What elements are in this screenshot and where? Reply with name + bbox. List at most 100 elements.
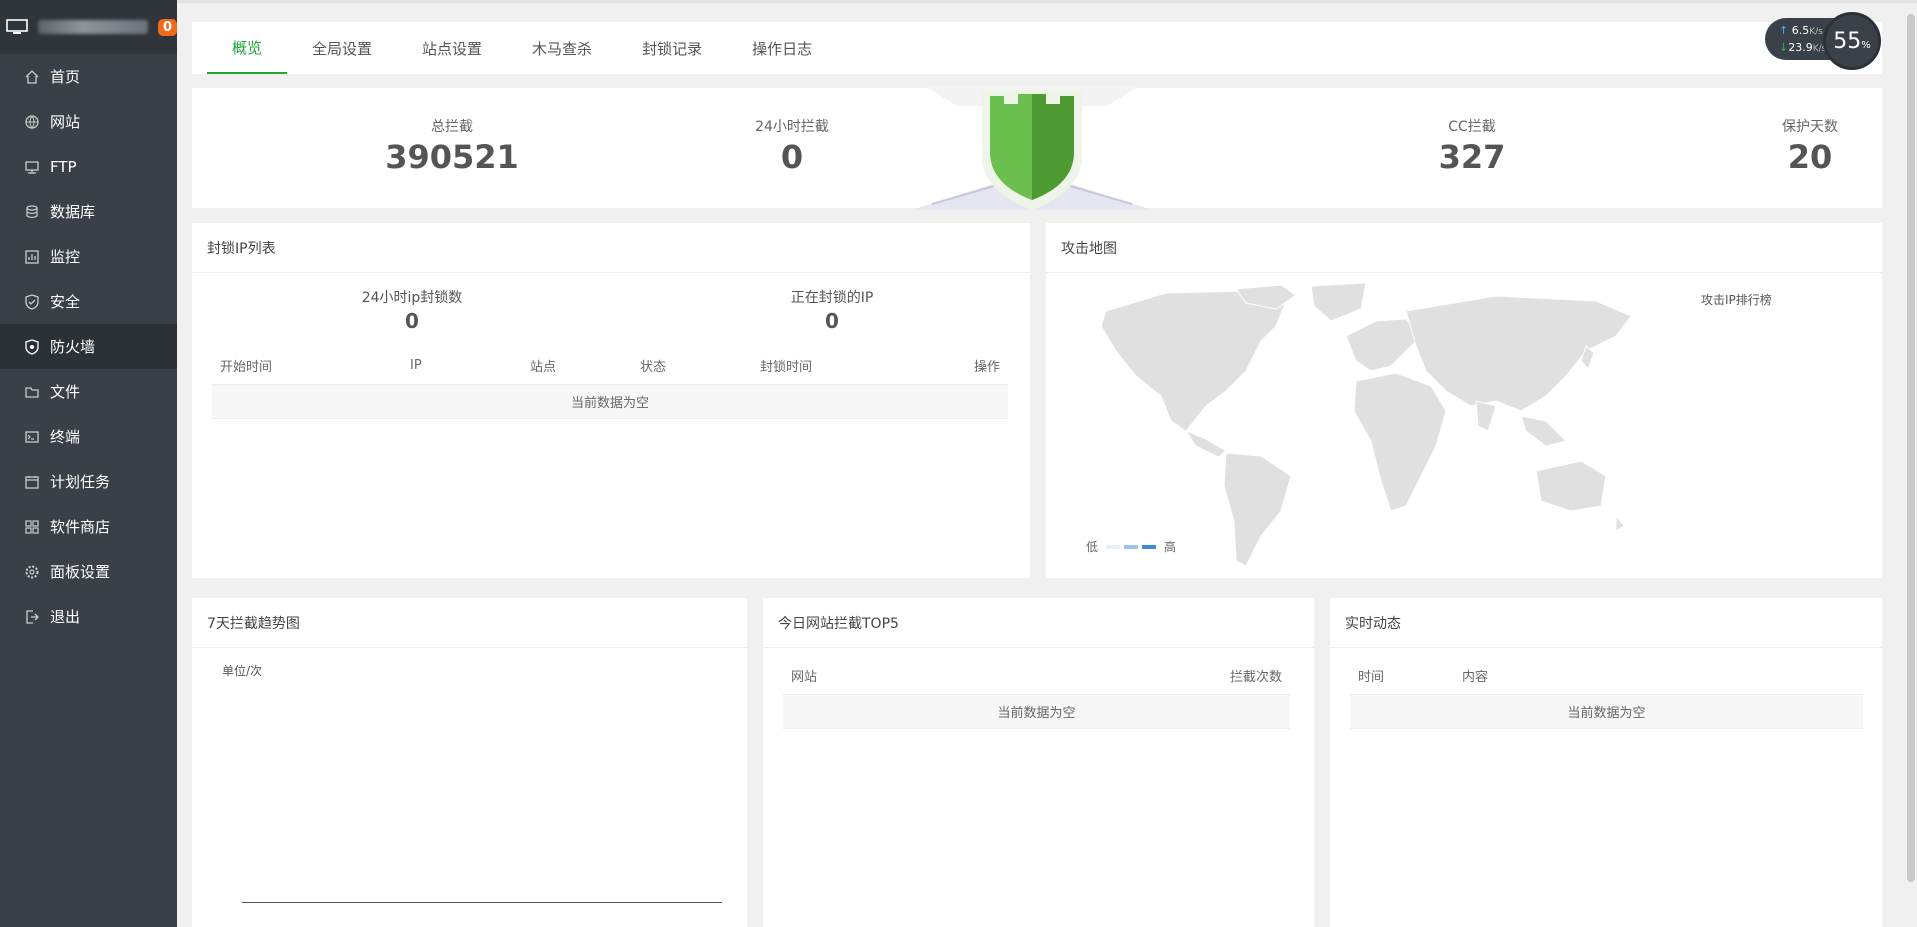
tab-2[interactable]: 站点设置 xyxy=(397,22,507,74)
stat-total: 总拦截 390521 xyxy=(352,116,552,176)
calendar-icon xyxy=(25,475,39,489)
stat-days-value: 20 xyxy=(1787,138,1833,176)
server-header[interactable]: 0 xyxy=(0,0,178,54)
realtime-table: 时间 内容 当前数据为空 xyxy=(1350,658,1863,729)
stat-24h-value: 0 xyxy=(780,138,804,176)
computer-icon xyxy=(6,19,28,34)
page-scrollbar[interactable] xyxy=(1905,14,1917,884)
terminal-icon xyxy=(25,430,39,443)
empty-message: 当前数据为空 xyxy=(212,384,1008,419)
tab-4[interactable]: 封锁记录 xyxy=(617,22,727,74)
database-icon xyxy=(26,204,38,218)
blocked-ip-panel: 封锁IP列表 24小时ip封锁数 0 正在封锁的IP 0 开始时间 IP 站点 状态封… xyxy=(192,223,1030,578)
sidebar-item-label: 计划任务 xyxy=(50,473,111,491)
ip-count-24h-label: 24小时ip封锁数 xyxy=(361,290,463,306)
upload-unit: K/s xyxy=(1809,27,1823,37)
sidebar-item-label: 防火墙 xyxy=(50,338,96,356)
column-header: IP xyxy=(402,348,522,385)
stat-cc-value: 327 xyxy=(1438,138,1506,176)
globe-icon xyxy=(25,114,39,129)
main-content: 概览 全局设置 站点设置 木马查杀 封锁记录 操作日志 ↑ 6.5K/s ↓23.9K/s… xyxy=(177,0,1917,927)
sidebar-item-10[interactable]: 软件商店 xyxy=(0,504,177,549)
column-site: 网站 xyxy=(783,658,977,695)
ip-count-24h: 24小时ip封锁数 0 xyxy=(312,287,512,333)
sidebar-item-label: 监控 xyxy=(50,248,81,266)
trend-x-axis xyxy=(242,902,722,903)
tab-5[interactable]: 操作日志 xyxy=(727,22,837,74)
sidebar-item-12[interactable]: 退出 xyxy=(0,594,177,639)
map-legend: 低 高 xyxy=(1086,538,1176,555)
legend-low-label: 低 xyxy=(1086,540,1099,554)
notification-badge[interactable]: 0 xyxy=(157,18,178,36)
column-header: 状态 xyxy=(632,348,752,385)
sidebar-item-label: 网站 xyxy=(50,113,81,131)
sidebar-item-label: 安全 xyxy=(50,293,81,311)
legend-high-label: 高 xyxy=(1164,540,1177,554)
scrollbar-thumb[interactable] xyxy=(1907,14,1915,882)
stat-24h: 24小时拦截 0 xyxy=(692,116,892,176)
sidebar-item-0[interactable]: 首页 xyxy=(0,54,177,99)
tab-3[interactable]: 木马查杀 xyxy=(507,22,617,74)
monitor-icon xyxy=(25,249,39,264)
stat-total-label: 总拦截 xyxy=(431,119,473,135)
tab-0[interactable]: 概览 xyxy=(207,22,288,74)
sidebar-nav: 首页网站 FTP 数据库监控安全防火墙文件终端计划任务软件商店面板设置退出 xyxy=(0,54,177,639)
column-header: 封锁时间 xyxy=(752,348,922,385)
sidebar-item-label: 面板设置 xyxy=(50,563,111,581)
load-unit: % xyxy=(1861,39,1871,51)
attack-ip-ranking[interactable]: 攻击IP排行榜 xyxy=(1701,291,1772,308)
folder-icon xyxy=(25,386,39,398)
world-map[interactable] xyxy=(1076,281,1636,571)
sidebar-item-3[interactable]: 数据库 xyxy=(0,189,177,234)
top5-panel: 今日网站拦截TOP5 网站 拦截次数 当前数据为空 xyxy=(763,598,1314,927)
sidebar-item-2[interactable]: FTP xyxy=(0,144,177,189)
shield-check-icon xyxy=(25,293,39,310)
load-value: 55 xyxy=(1833,28,1862,54)
tab-1[interactable]: 全局设置 xyxy=(287,22,397,74)
upload-arrow-icon: ↑ xyxy=(1779,24,1789,37)
column-time: 时间 xyxy=(1350,658,1454,695)
blocked-ip-table: 开始时间 IP 站点 状态 封锁时间 操作 当前数据为空 xyxy=(212,348,1008,419)
sidebar-item-6[interactable]: 防火墙 xyxy=(0,324,177,369)
sidebar-item-5[interactable]: 安全 xyxy=(0,279,177,324)
shield-icon xyxy=(912,84,1152,210)
sidebar: 0 首页网站 FTP 数据库监控安全防火墙文件终端计划任务软件商店面板设置退出 xyxy=(0,0,178,927)
load-gauge[interactable]: 55% xyxy=(1823,12,1881,70)
column-intercept-count: 拦截次数 xyxy=(976,658,1290,695)
logout-icon xyxy=(26,609,39,624)
sidebar-item-4[interactable]: 监控 xyxy=(0,234,177,279)
realtime-title: 实时动态 xyxy=(1330,598,1882,648)
attack-map-panel: 攻击地图 攻击IP排行榜 低 高 xyxy=(1046,223,1882,578)
sidebar-item-label: 终端 xyxy=(50,428,81,446)
tab-bar: 概览 全局设置 站点设置 木马查杀 封锁记录 操作日志 xyxy=(192,22,1882,74)
ftp-icon xyxy=(25,160,39,174)
sidebar-item-label: 软件商店 xyxy=(50,518,111,536)
sidebar-item-label: 退出 xyxy=(50,608,81,626)
legend-swatch-high xyxy=(1142,544,1157,549)
stat-24h-label: 24小时拦截 xyxy=(755,119,829,135)
column-header: 站点 xyxy=(522,348,632,385)
column-header: 开始时间 xyxy=(212,348,402,385)
stats-overview: 总拦截 390521 24小时拦截 0 CC拦截 327 保护天数 20 xyxy=(192,84,1882,210)
gear-icon xyxy=(25,565,39,578)
sidebar-item-7[interactable]: 文件 xyxy=(0,369,177,414)
top5-title: 今日网站拦截TOP5 xyxy=(763,598,1314,648)
empty-message: 当前数据为空 xyxy=(1350,694,1863,729)
legend-swatch-mid xyxy=(1124,544,1139,549)
shield-graphic xyxy=(882,84,1182,210)
speed-widget[interactable]: ↑ 6.5K/s ↓23.9K/s 55% xyxy=(1763,12,1881,70)
column-header: 操作 xyxy=(922,348,1008,385)
stat-cc: CC拦截 327 xyxy=(1372,116,1572,176)
sidebar-item-11[interactable]: 面板设置 xyxy=(0,549,177,594)
sidebar-item-9[interactable]: 计划任务 xyxy=(0,459,177,504)
sidebar-item-label: 首页 xyxy=(50,68,81,86)
firewall-icon xyxy=(25,338,39,355)
stat-total-value: 390521 xyxy=(385,138,519,176)
download-arrow-icon: ↓ xyxy=(1779,41,1789,54)
ip-blocking-label: 正在封锁的IP xyxy=(790,290,874,306)
ip-blocking-value: 0 xyxy=(825,309,839,333)
sidebar-item-8[interactable]: 终端 xyxy=(0,414,177,459)
sidebar-item-label: 数据库 xyxy=(50,203,96,221)
stat-days: 保护天数 20 xyxy=(1710,116,1910,176)
sidebar-item-1[interactable]: 网站 xyxy=(0,99,177,144)
